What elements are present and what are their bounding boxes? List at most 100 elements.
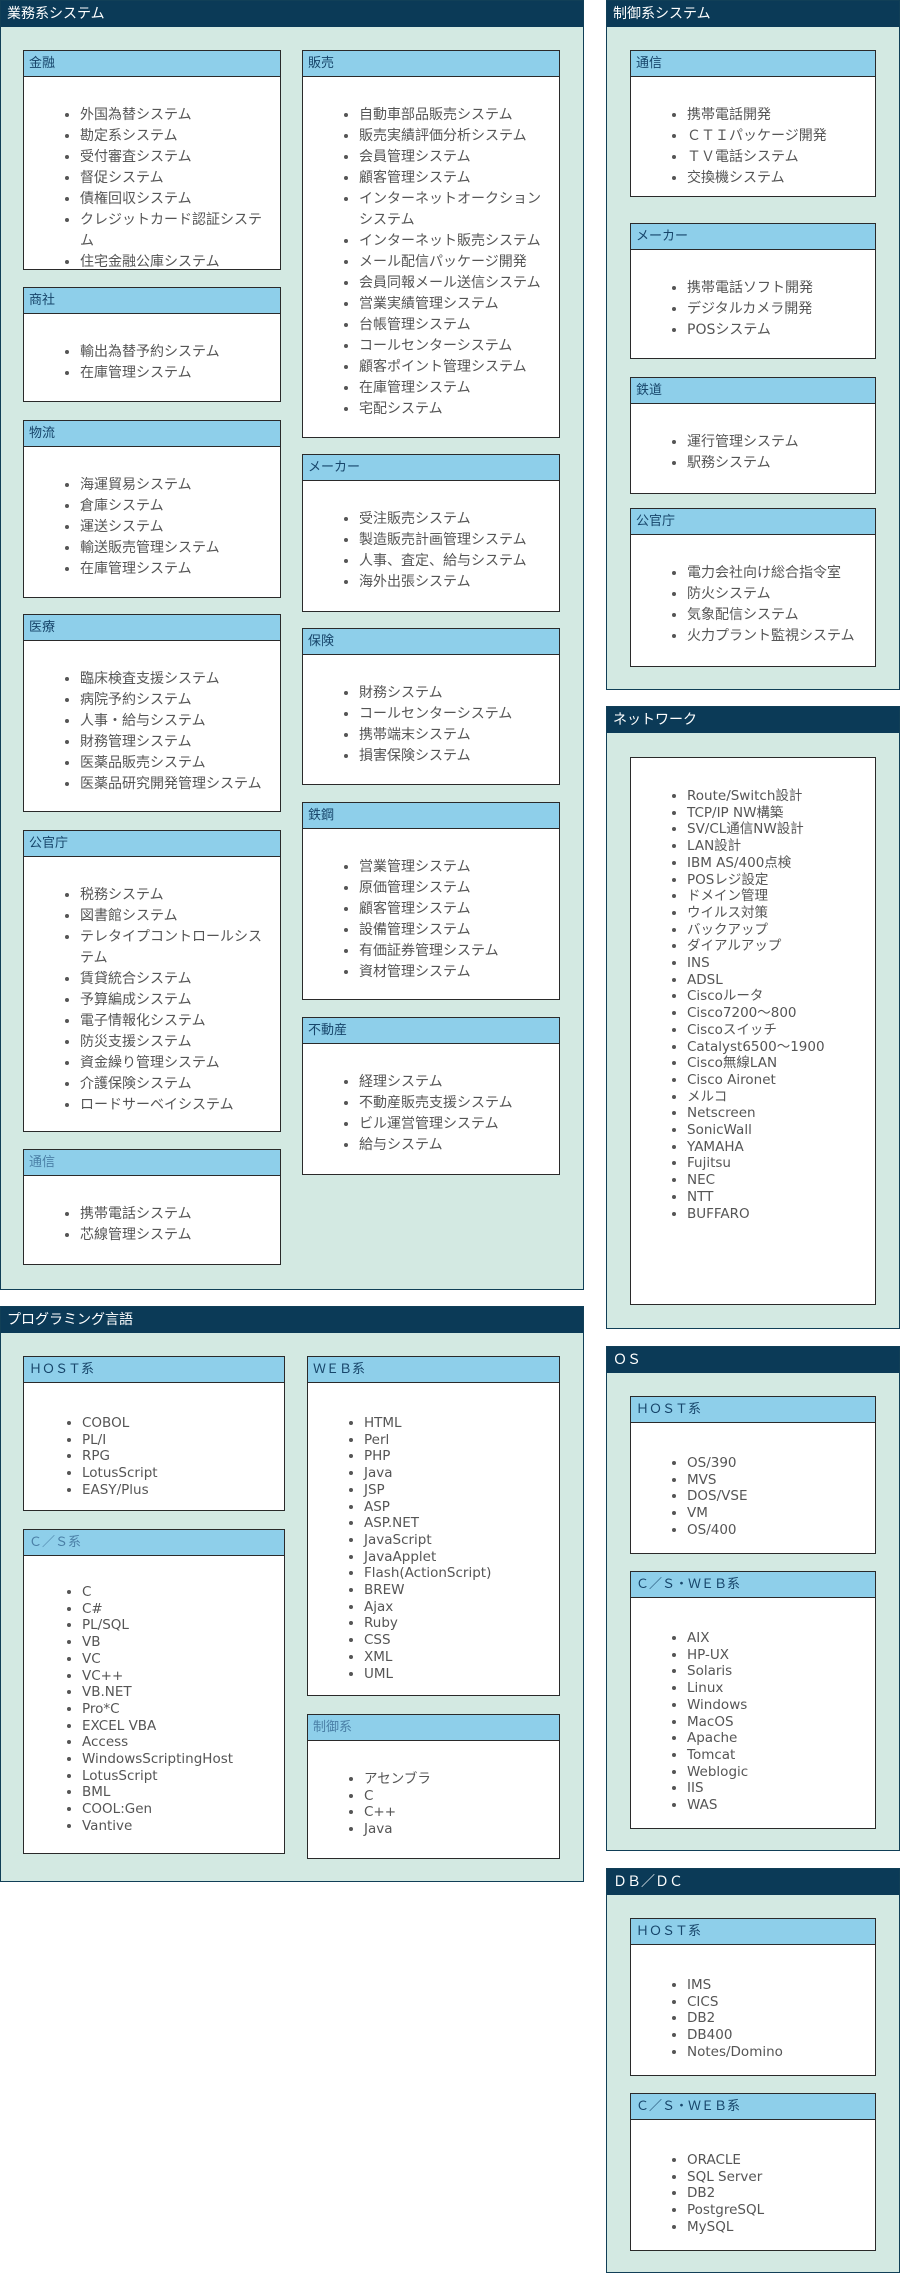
card-title: 医療 — [24, 615, 280, 641]
list-item: 財務システム — [359, 683, 559, 704]
list-item: Vantive — [82, 1818, 284, 1835]
list-item: Access — [82, 1734, 284, 1751]
list-item: ビル運営管理システム — [359, 1114, 559, 1135]
list-item: ダイアルアップ — [687, 938, 875, 955]
list-item: 賃貸統合システム — [80, 969, 280, 990]
card-title: ＨＯＳＴ系 — [631, 1919, 875, 1945]
card-title: Ｃ／Ｓ・ＷＥＢ系 — [631, 1572, 875, 1598]
list-item: 火力プラント監視システム — [687, 626, 875, 647]
list-item: デジタルカメラ開発 — [687, 299, 875, 320]
list-item: HP-UX — [687, 1647, 875, 1664]
card-title: メーカー — [303, 455, 559, 481]
item-list: CC#PL/SQLVBVCVC++VB.NETPro*CEXCEL VBAAcc… — [24, 1556, 284, 1835]
list-item: VC — [82, 1651, 284, 1668]
list-item: Notes/Domino — [687, 2044, 875, 2061]
list-item: Linux — [687, 1680, 875, 1697]
list-item: ＴＶ電話システム — [687, 147, 875, 168]
list-item: クレジットカード認証システム — [80, 210, 280, 252]
list-item: 輸送販売管理システム — [80, 538, 280, 559]
list-item: 携帯電話開発 — [687, 105, 875, 126]
list-item: バックアップ — [687, 922, 875, 939]
item-list: 自動車部品販売システム販売実績評価分析システム会員管理システム顧客管理システムイ… — [303, 77, 559, 420]
list-item: XML — [364, 1649, 559, 1666]
card-finance: 金融 外国為替システム勘定系システム受付審査システム督促システム債権回収システム… — [23, 50, 281, 270]
list-item: C++ — [364, 1804, 559, 1821]
list-item: 給与システム — [359, 1135, 559, 1156]
list-item: IMS — [687, 1977, 875, 1994]
card-title: 商社 — [24, 288, 280, 314]
list-item: 設備管理システム — [359, 920, 559, 941]
list-item: 営業管理システム — [359, 857, 559, 878]
list-item: 交換機システム — [687, 168, 875, 189]
list-item: VM — [687, 1505, 875, 1522]
item-list: HTMLPerlPHPJavaJSPASPASP.NETJavaScriptJa… — [308, 1383, 559, 1682]
list-item: SV/CL通信NW設計 — [687, 821, 875, 838]
card-maker: メーカー 受注販売システム製造販売計画管理システム人事、査定、給与システム海外出… — [302, 454, 560, 612]
list-item: 不動産販売支援システム — [359, 1093, 559, 1114]
item-list: 外国為替システム勘定系システム受付審査システム督促システム債権回収システムクレジ… — [24, 77, 280, 273]
item-list: AIXHP-UXSolarisLinuxWindowsMacOSApacheTo… — [631, 1598, 875, 1814]
card-title: 物流 — [24, 421, 280, 447]
list-item: SQL Server — [687, 2169, 875, 2186]
card-prog-host: ＨＯＳＴ系 COBOLPL/IRPGLotusScriptEASY/Plus — [23, 1356, 285, 1511]
list-item: IBM AS/400点検 — [687, 855, 875, 872]
item-list: アセンブラCC++Java — [308, 1741, 559, 1838]
list-item: 資金繰り管理システム — [80, 1053, 280, 1074]
card-logistics: 物流 海運貿易システム倉庫システム運送システム輸送販売管理システム在庫管理システ… — [23, 420, 281, 598]
list-item: VB.NET — [82, 1684, 284, 1701]
list-item: 在庫管理システム — [80, 363, 280, 384]
list-item: 防災支援システム — [80, 1032, 280, 1053]
item-list: 臨床検査支援システム病院予約システム人事・給与システム財務管理システム医薬品販売… — [24, 641, 280, 795]
card-medical: 医療 臨床検査支援システム病院予約システム人事・給与システム財務管理システム医薬… — [23, 614, 281, 812]
list-item: JavaScript — [364, 1532, 559, 1549]
list-item: 倉庫システム — [80, 496, 280, 517]
list-item: ウイルス対策 — [687, 905, 875, 922]
card-title: 保険 — [303, 629, 559, 655]
list-item: HTML — [364, 1415, 559, 1432]
list-item: Flash(ActionScript) — [364, 1565, 559, 1582]
item-list: 携帯電話開発ＣＴＩパッケージ開発ＴＶ電話システム交換機システム — [631, 77, 875, 189]
list-item: LAN設計 — [687, 838, 875, 855]
list-item: 顧客管理システム — [359, 168, 559, 189]
list-item: DB2 — [687, 2185, 875, 2202]
list-item: Java — [364, 1465, 559, 1482]
list-item: 医薬品販売システム — [80, 753, 280, 774]
list-item: MVS — [687, 1472, 875, 1489]
list-item: POSレジ設定 — [687, 872, 875, 889]
item-list: 海運貿易システム倉庫システム運送システム輸送販売管理システム在庫管理システム — [24, 447, 280, 580]
card-os-csweb: Ｃ／Ｓ・ＷＥＢ系 AIXHP-UXSolarisLinuxWindowsMacO… — [630, 1571, 876, 1829]
item-list: 税務システム図書館システムテレタイプコントロールシステム賃貸統合システム予算編成… — [24, 857, 280, 1116]
list-item: MacOS — [687, 1714, 875, 1731]
card-title: 制御系 — [308, 1715, 559, 1741]
card-prog-control: 制御系 アセンブラCC++Java — [307, 1714, 560, 1859]
list-item: LotusScript — [82, 1465, 284, 1482]
list-item: CSS — [364, 1632, 559, 1649]
list-item: 資材管理システム — [359, 962, 559, 983]
card-control-maker: メーカー 携帯電話ソフト開発デジタルカメラ開発POSシステム — [630, 223, 876, 359]
list-item: 防火システム — [687, 584, 875, 605]
panel-title: ＯＳ — [607, 1347, 899, 1373]
list-item: 運行管理システム — [687, 432, 875, 453]
list-item: VB — [82, 1634, 284, 1651]
list-item: 住宅金融公庫システム — [80, 252, 280, 273]
list-item: 顧客ポイント管理システム — [359, 357, 559, 378]
list-item: テレタイプコントロールシステム — [80, 927, 280, 969]
list-item: BUFFARO — [687, 1206, 875, 1223]
card-title: メーカー — [631, 224, 875, 250]
list-item: EXCEL VBA — [82, 1718, 284, 1735]
list-item: 在庫管理システム — [80, 559, 280, 580]
list-item: 自動車部品販売システム — [359, 105, 559, 126]
list-item: NTT — [687, 1189, 875, 1206]
list-item: ドメイン管理 — [687, 888, 875, 905]
list-item: ASP.NET — [364, 1515, 559, 1532]
list-item: ロードサーベイシステム — [80, 1095, 280, 1116]
list-item: メルコ — [687, 1089, 875, 1106]
list-item: 顧客管理システム — [359, 899, 559, 920]
card-title: Ｃ／Ｓ・ＷＥＢ系 — [631, 2094, 875, 2120]
list-item: WAS — [687, 1797, 875, 1814]
list-item: コールセンターシステム — [359, 336, 559, 357]
card-os-host: ＨＯＳＴ系 OS/390MVSDOS/VSEVMOS/400 — [630, 1396, 876, 1554]
list-item: WindowsScriptingHost — [82, 1751, 284, 1768]
list-item: 携帯電話システム — [80, 1204, 280, 1225]
list-item: インターネット販売システム — [359, 231, 559, 252]
